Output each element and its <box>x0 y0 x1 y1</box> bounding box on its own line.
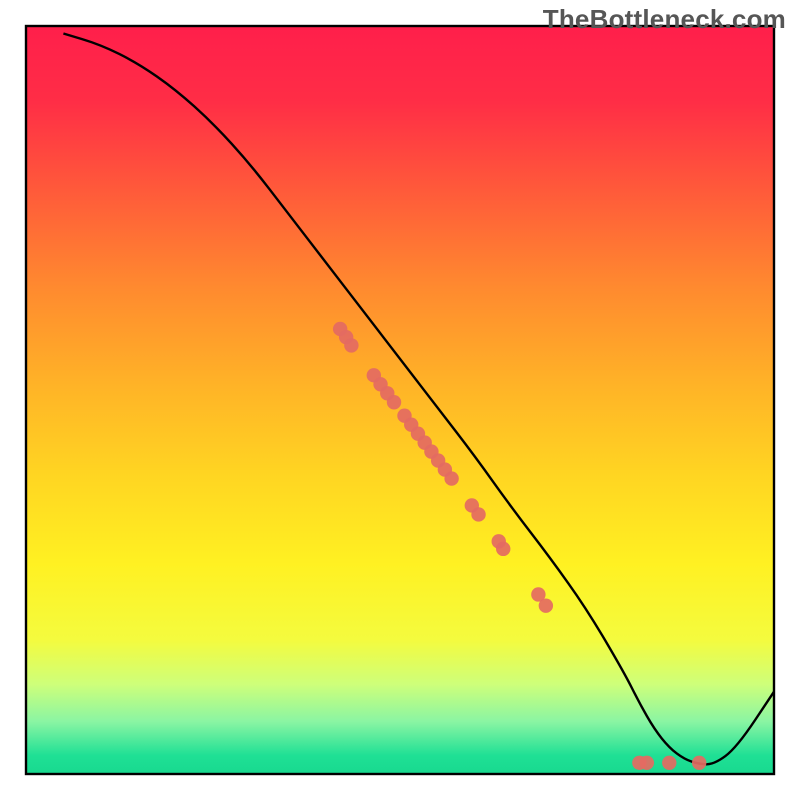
watermark-text: TheBottleneck.com <box>543 4 786 35</box>
valley-point <box>662 756 676 770</box>
slope-cluster-point <box>539 599 553 613</box>
slope-cluster-point <box>344 338 358 352</box>
chart-svg <box>0 0 800 800</box>
valley-point <box>640 756 654 770</box>
valley-point <box>692 756 706 770</box>
slope-cluster-point <box>496 542 510 556</box>
slope-cluster-point <box>387 395 401 409</box>
bottleneck-chart: TheBottleneck.com <box>0 0 800 800</box>
slope-cluster-point <box>471 507 485 521</box>
slope-cluster-point <box>444 471 458 485</box>
